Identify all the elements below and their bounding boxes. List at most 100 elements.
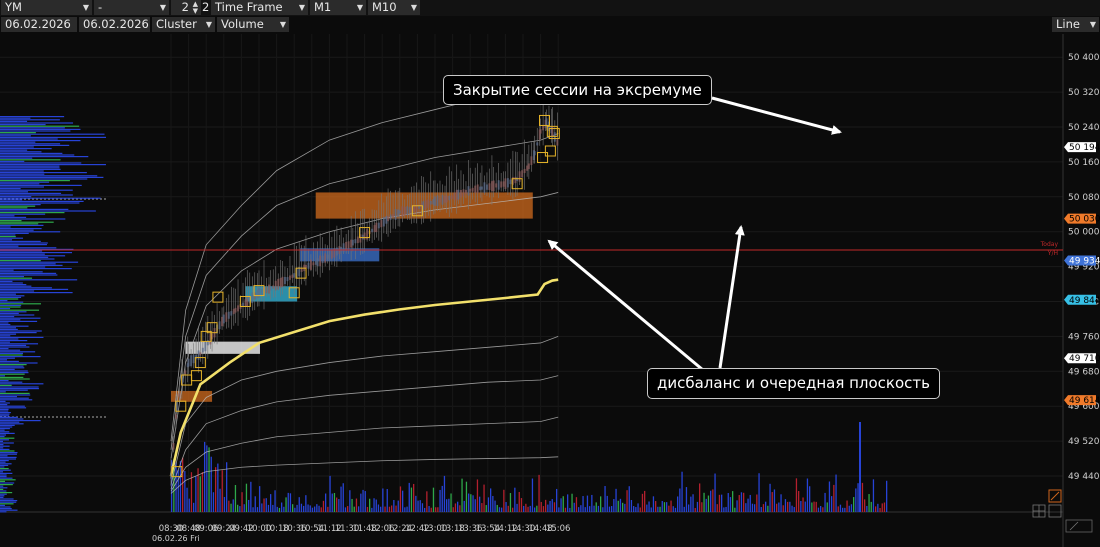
profile-bar <box>0 511 7 513</box>
profile-bar <box>0 295 25 297</box>
volume-bar <box>705 498 707 512</box>
volume-bar <box>679 488 681 512</box>
profile-bar <box>0 196 32 198</box>
cluster-body <box>201 347 204 353</box>
profile-bar <box>0 272 57 274</box>
profile-bar <box>0 314 35 316</box>
cluster-body <box>377 222 380 229</box>
date-from-field[interactable]: 06.02.2026 <box>1 17 77 32</box>
volume-bar <box>318 505 320 512</box>
volume-bar <box>677 496 679 512</box>
stepper-arrows-icon[interactable]: ▲ ▼ <box>193 1 198 15</box>
profile-bar <box>0 292 73 294</box>
profile-bar <box>0 456 17 458</box>
volume-bar <box>428 506 430 512</box>
volume-bar <box>718 494 721 512</box>
volume-bar <box>476 479 479 512</box>
profile-bar <box>0 165 60 167</box>
volume-bar <box>767 505 769 512</box>
cluster-body <box>556 139 559 146</box>
time-tick-label: 15:06 <box>546 524 571 534</box>
profile-bar <box>0 388 39 390</box>
volume-bar <box>688 504 690 512</box>
profile-bar <box>0 256 49 258</box>
symbol-sub-select[interactable]: - ▼ <box>94 0 169 15</box>
volume-bar <box>329 475 331 512</box>
volume-bar <box>496 504 498 512</box>
volume-bar <box>219 488 221 512</box>
volume-bar <box>402 490 404 512</box>
cluster-body <box>380 220 383 228</box>
volume-bar <box>320 507 322 512</box>
cluster-body <box>316 258 319 267</box>
profile-bar <box>0 372 29 374</box>
volume-bar <box>221 470 223 512</box>
profile-bar <box>0 351 36 353</box>
volume-bar <box>864 499 866 512</box>
profile-bar <box>0 296 22 298</box>
metric-select[interactable]: Volume ▼ <box>217 17 289 32</box>
cluster-body <box>441 194 444 205</box>
volume-bar <box>613 499 615 512</box>
profile-bar <box>0 399 33 401</box>
volume-bar <box>589 506 591 512</box>
volume-bar <box>637 503 639 512</box>
profile-bar <box>0 396 17 398</box>
profile-bar <box>0 348 9 350</box>
volume-bar <box>234 485 237 512</box>
volume-bar <box>252 507 254 512</box>
timeframe-1-select[interactable]: M1 ▼ <box>310 0 366 15</box>
price-axis[interactable]: 50 400 50 320 50 240 50 160 50 080 50 000 49 9… <box>1064 34 1100 547</box>
cluster-body <box>462 189 465 197</box>
volume-bar <box>683 506 685 512</box>
profile-bar <box>0 186 45 188</box>
cluster-body <box>485 184 488 190</box>
cluster-body <box>518 171 521 182</box>
timeframe-2-select[interactable]: M10 ▼ <box>368 0 420 15</box>
volume-bar <box>804 501 806 512</box>
volume-bar <box>540 501 542 512</box>
mode-value: Time Frame <box>215 0 283 14</box>
volume-bar <box>536 505 538 512</box>
profile-bar <box>0 143 61 145</box>
volume-bar <box>886 480 888 512</box>
time-axis[interactable]: 08:3008:4809:0609:2409:4210:0010:1810:36… <box>152 524 570 543</box>
count-stepper[interactable]: 2 ▲ ▼ <box>171 0 201 15</box>
volume-bar <box>382 488 384 512</box>
volume-bar <box>267 504 270 512</box>
volume-bar <box>828 481 831 512</box>
volume-bar <box>745 503 747 512</box>
profile-bar <box>0 469 11 471</box>
cluster-body <box>225 312 228 322</box>
date-to-field[interactable]: 06.02.2026 <box>79 17 150 32</box>
profile-bar <box>0 164 106 166</box>
zone-white <box>185 341 260 354</box>
cluster-body <box>328 250 331 262</box>
price-badge-label: 49 934 <box>1069 256 1100 266</box>
cluster-body <box>319 255 322 267</box>
price-chart[interactable]: TodayY/H 50 40050 32050 24050 16050 0805… <box>0 34 1100 547</box>
volume-bar <box>648 501 650 512</box>
mode-select[interactable]: Time Frame ▼ <box>211 0 308 15</box>
volume-bar <box>212 492 215 512</box>
profile-bar <box>0 420 41 422</box>
cluster-body <box>429 200 432 205</box>
profile-bar <box>0 391 6 393</box>
profile-bar <box>0 383 44 385</box>
volume-bar <box>690 496 692 512</box>
volume-bar <box>734 507 736 512</box>
volume-bar <box>527 506 529 512</box>
volume-bar <box>351 498 353 512</box>
profile-bar <box>0 429 5 431</box>
volume-bar <box>617 500 619 512</box>
imbalance-marker <box>190 370 202 382</box>
volume-bar <box>644 490 646 512</box>
cluster-body <box>526 165 529 171</box>
volume-bar <box>250 481 252 512</box>
chart-kind-select[interactable]: Cluster ▼ <box>152 17 215 32</box>
line-mode-select[interactable]: Line ▼ <box>1052 17 1099 32</box>
profile-bar <box>0 506 11 508</box>
volume-bar <box>575 497 578 512</box>
volume-bar <box>542 506 545 512</box>
symbol-select[interactable]: YM ▼ <box>1 0 92 15</box>
